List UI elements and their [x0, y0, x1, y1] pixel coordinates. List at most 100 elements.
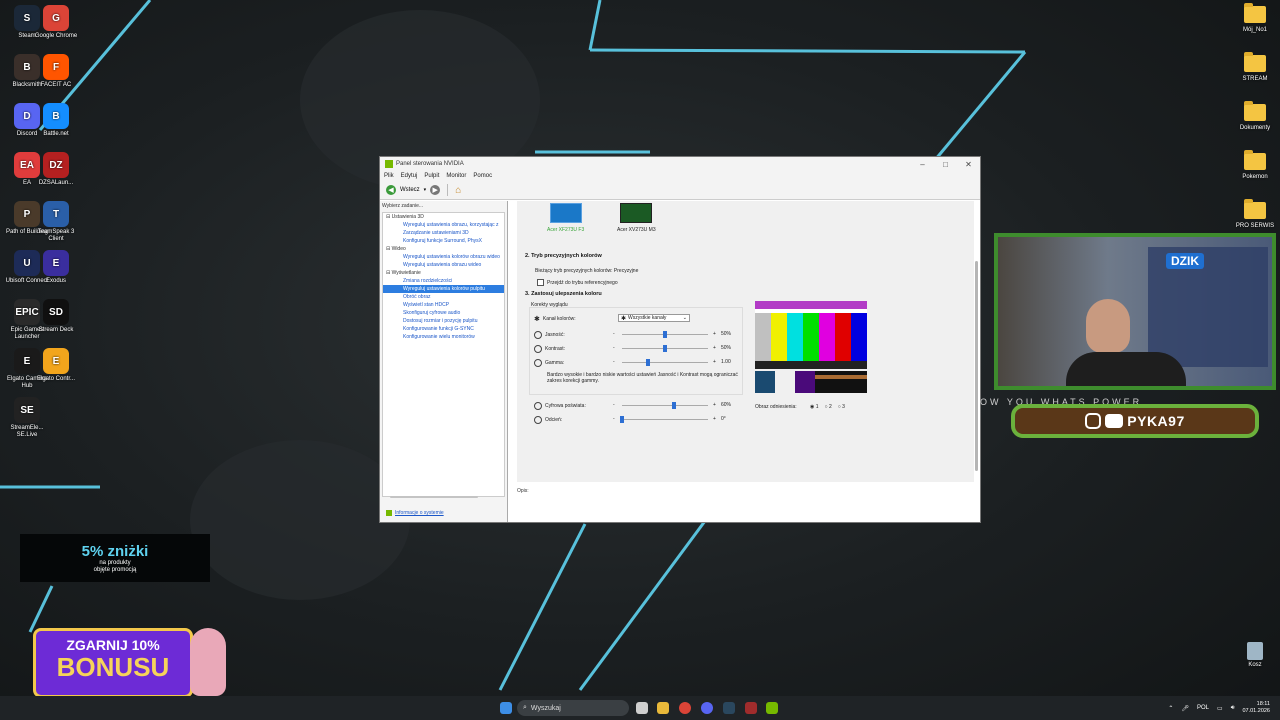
tree-hscrollbar[interactable] [390, 496, 478, 498]
slider-increase[interactable]: + [713, 331, 716, 337]
search-placeholder: Wyszukaj [530, 704, 561, 712]
tree-category[interactable]: ⊟ Ustawienia 3D [383, 213, 504, 221]
back-button-label[interactable]: Wstecz [400, 187, 420, 193]
settings-scrollbar[interactable] [975, 261, 978, 471]
folder-icon-dokumenty[interactable]: Dokumenty [1232, 101, 1278, 132]
slider-thumb[interactable] [620, 416, 624, 423]
folder-icon-moj-no1[interactable]: Mój_No1 [1232, 3, 1278, 34]
tree-item[interactable]: Wyreguluj ustawienia kolorów pulpitu [383, 285, 504, 293]
menu-pomoc[interactable]: Pomoc [473, 173, 492, 179]
tree-item[interactable]: Konfigurowanie funkcji G-SYNC [383, 325, 504, 333]
recycle-bin[interactable]: Kosz [1232, 642, 1278, 669]
slider-increase[interactable]: + [713, 345, 716, 351]
back-arrow-icon[interactable]: ◀ [386, 185, 396, 195]
forward-arrow-icon[interactable]: ▶ [430, 185, 441, 195]
app-icon[interactable] [745, 702, 757, 714]
tree-item[interactable]: Wyreguluj ustawienia obrazu wideo [383, 261, 504, 269]
slider-thumb[interactable] [663, 331, 667, 338]
brightness-icon [534, 331, 542, 339]
nvidia-taskbar-icon[interactable] [766, 702, 778, 714]
folder-icon-stream[interactable]: STREAM [1232, 52, 1278, 83]
tree-item[interactable]: Zmiana rozdzielczości [383, 277, 504, 285]
volume-icon[interactable]: 🔊︎ [1231, 705, 1235, 712]
tray-chevron-icon[interactable]: ⌃ [1168, 705, 1173, 712]
reference-radio-1[interactable]: ◉ 1 [810, 404, 819, 410]
tree-item[interactable]: Dostosuj rozmiar i pozycję pulpitu [383, 317, 504, 325]
slider-increase[interactable]: + [713, 402, 716, 408]
social-nameplate: PYKA97 [1011, 404, 1259, 438]
reference-radio-2[interactable]: ○ 2 [825, 404, 832, 410]
slider-increase[interactable]: + [713, 359, 716, 365]
desktop-shortcut-dzsalaun[interactable]: DZ DZSALaun... [33, 152, 79, 187]
checkbox-box[interactable] [537, 279, 544, 286]
bonus-line1: ZGARNIJ 10% [66, 637, 160, 653]
steam-icon[interactable] [723, 702, 735, 714]
tree-item[interactable]: Wyświetl stan HDCP [383, 301, 504, 309]
monitor-1[interactable]: Acer XF273U F3 [547, 203, 584, 233]
desktop-shortcut-battle-net[interactable]: B Battle.net [33, 103, 79, 138]
tree-category[interactable]: ⊟ Wideo [383, 245, 504, 253]
maximize-button[interactable]: □ [934, 160, 957, 169]
monitor-2-label: Acer XV273U M3 [617, 227, 656, 233]
slider-label-row: Jasność: [534, 331, 565, 339]
menu-monitor[interactable]: Monitor [446, 173, 466, 179]
tree-item[interactable]: Obróć obraz [383, 293, 504, 301]
channel-dropdown[interactable]: ✱ Wszystkie kanały ⌄ [618, 314, 690, 322]
tree-category[interactable]: ⊟ Wyświetlanie [383, 269, 504, 277]
network-icon[interactable]: ▭ [1217, 705, 1223, 712]
chrome-icon[interactable] [679, 702, 691, 714]
microphone-icon[interactable]: 🎤︎ [1181, 705, 1189, 712]
tree-item[interactable]: Konfiguruj funkcje Surround, PhysX [383, 237, 504, 245]
slider-track[interactable] [622, 345, 708, 352]
slider-decrease[interactable]: - [613, 359, 615, 365]
window-titlebar[interactable]: Panel sterowania NVIDIA – □ ✕ [380, 157, 980, 171]
menu-plik[interactable]: Plik [384, 173, 394, 179]
slider-decrease[interactable]: - [613, 402, 615, 408]
reference-radio-3[interactable]: ○ 3 [838, 404, 845, 410]
desktop-shortcut-elgato-contr[interactable]: E Elgato Contr... [33, 348, 79, 383]
reference-mode-checkbox[interactable]: Przejdź do trybu referencyjnego [537, 279, 618, 286]
menu-edytuj[interactable]: Edytuj [401, 173, 418, 179]
tree-item[interactable]: Konfigurowanie wielu monitorów [383, 333, 504, 341]
menu-pulpit[interactable]: Pulpit [424, 173, 439, 179]
slider-decrease[interactable]: - [613, 416, 615, 422]
slider-track[interactable] [620, 416, 708, 423]
desktop-shortcut-stream-deck[interactable]: SD Stream Deck [33, 299, 79, 334]
file-explorer-icon[interactable] [657, 702, 669, 714]
minimize-button[interactable]: – [911, 160, 934, 169]
slider-increase[interactable]: + [713, 416, 716, 422]
slider-thumb[interactable] [663, 345, 667, 352]
task-view-icon[interactable] [636, 702, 648, 714]
slider-thumb[interactable] [645, 359, 650, 366]
desktop-shortcut-teamspeak-3-client[interactable]: T TeamSpeak 3 Client [33, 201, 79, 243]
tree-item[interactable]: Wyreguluj ustawienia kolorów obrazu wide… [383, 253, 504, 261]
slider-decrease[interactable]: - [613, 345, 615, 351]
slider-thumb[interactable] [671, 402, 676, 409]
start-windows-icon[interactable] [500, 702, 512, 714]
folder-icon-pro-serwis[interactable]: PRO SERWIS [1232, 199, 1278, 230]
clock-date: 07.01.2026 [1242, 708, 1270, 714]
discord-icon[interactable] [701, 702, 713, 714]
slider-track[interactable] [622, 331, 708, 338]
desktop-shortcut-google-chrome[interactable]: G Google Chrome [33, 5, 79, 40]
desktop-shortcut-exodus[interactable]: E Exodus [33, 250, 79, 285]
tree-item[interactable]: Zarządzanie ustawieniami 3D [383, 229, 504, 237]
tree-item[interactable]: Skonfiguruj cyfrowe audio [383, 309, 504, 317]
desktop-shortcut-faceit-ac[interactable]: F FACEIT AC [33, 54, 79, 89]
taskbar-search[interactable]: ⌕ Wyszukaj [517, 700, 629, 716]
monitor-2[interactable]: Acer XV273U M3 [617, 203, 656, 233]
home-icon[interactable]: ⌂ [455, 185, 461, 196]
slider-decrease[interactable]: - [613, 331, 615, 337]
folder-icon-pokemon[interactable]: Pokemon [1232, 150, 1278, 181]
desktop-shortcut-streamele-se-live[interactable]: SE StreamEle... SE.Live [4, 397, 50, 439]
slider-track[interactable] [622, 359, 708, 366]
system-info-link[interactable]: Informacje o systemie [386, 510, 444, 516]
slider-track[interactable] [622, 402, 708, 409]
slider-label: Gamma: [545, 360, 565, 366]
info-icon [386, 510, 392, 516]
tree-item[interactable]: Wyreguluj ustawienia obrazu, korzystając… [383, 221, 504, 229]
close-button[interactable]: ✕ [957, 160, 980, 169]
back-dropdown-icon[interactable]: ▾ [424, 187, 427, 193]
clock[interactable]: 18:11 07.01.2026 [1242, 701, 1270, 715]
language-indicator[interactable]: POL [1197, 705, 1209, 711]
